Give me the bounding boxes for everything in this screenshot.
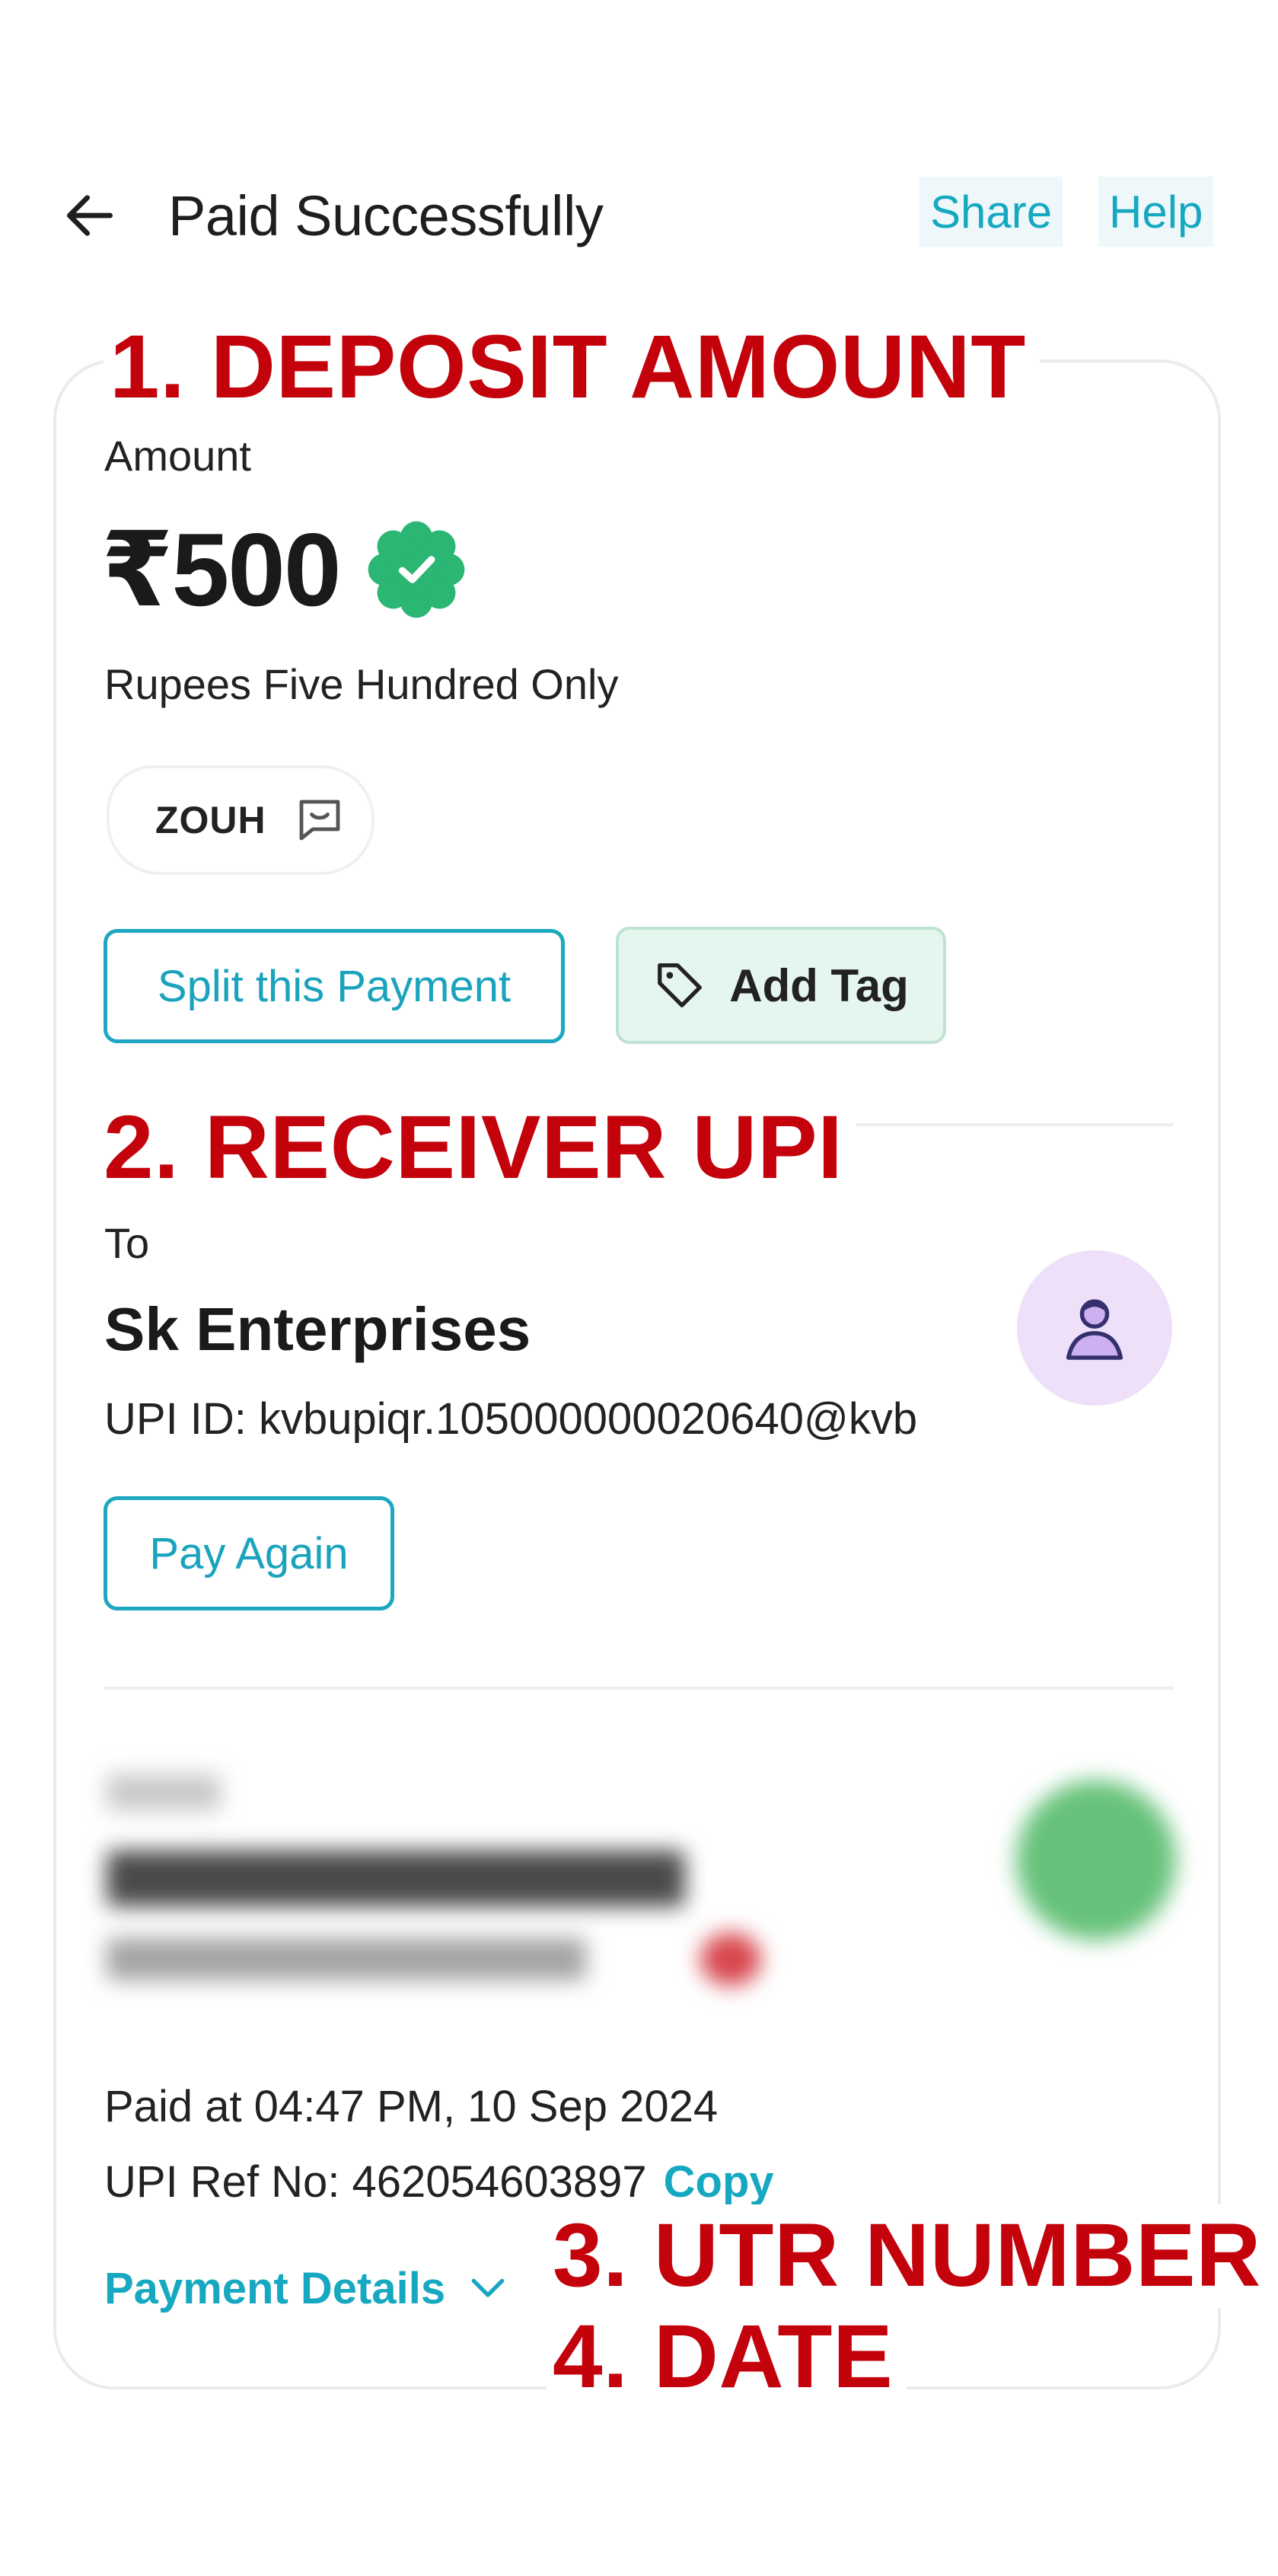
receiver-avatar	[1017, 1250, 1172, 1406]
message-icon	[299, 800, 340, 841]
chevron-down-icon	[471, 2278, 505, 2297]
annotation-receiver-upi: 2. RECEIVER UPI	[97, 1096, 857, 1200]
tag-icon	[658, 963, 703, 1007]
help-button[interactable]: Help	[1098, 177, 1214, 247]
back-arrow-icon	[67, 195, 113, 236]
annotation-date: 4. DATE	[547, 2306, 907, 2409]
amount-value: ₹500	[101, 512, 342, 627]
blurred-avatar	[1016, 1780, 1176, 1940]
blurred-line	[107, 1850, 685, 1907]
verified-badge-icon	[368, 521, 464, 618]
annotation-utr-number: 3. UTR NUMBER	[547, 2204, 1275, 2308]
blurred-line	[107, 1774, 221, 1811]
blurred-line	[107, 1938, 586, 1981]
pay-again-button[interactable]: Pay Again	[104, 1496, 394, 1610]
blurred-sender-info	[91, 1751, 1187, 2025]
payment-note[interactable]: ZOUH	[107, 765, 374, 875]
receiver-name: Sk Enterprises	[104, 1295, 531, 1363]
payment-details-label: Payment Details	[104, 2264, 446, 2313]
to-label: To	[104, 1219, 150, 1267]
divider	[104, 1687, 1174, 1690]
receiver-upi-id: UPI ID: kvbupiqr.105000000020640@kvb	[104, 1394, 918, 1444]
amount-label: Amount	[104, 432, 251, 480]
payment-note-text: ZOUH	[155, 799, 266, 841]
annotation-deposit-amount: 1. DEPOSIT AMOUNT	[104, 316, 1040, 420]
share-button[interactable]: Share	[919, 177, 1063, 247]
upi-ref-number: UPI Ref No: 462054603897	[104, 2157, 647, 2207]
add-tag-button[interactable]: Add Tag	[616, 927, 946, 1044]
add-tag-label: Add Tag	[729, 959, 909, 1011]
paid-at-timestamp: Paid at 04:47 PM, 10 Sep 2024	[104, 2082, 719, 2131]
upi-ref-row: UPI Ref No: 462054603897 Copy	[104, 2156, 774, 2207]
blurred-mark	[700, 1933, 761, 1986]
amount-row: ₹500	[101, 518, 467, 621]
payment-details-toggle[interactable]: Payment Details	[104, 2263, 512, 2314]
amount-in-words: Rupees Five Hundred Only	[104, 660, 619, 708]
person-icon	[1066, 1299, 1123, 1360]
copy-button[interactable]: Copy	[664, 2156, 774, 2207]
split-payment-button[interactable]: Split this Payment	[104, 929, 565, 1043]
page-title: Paid Successfully	[168, 184, 604, 247]
back-button[interactable]	[53, 179, 126, 252]
